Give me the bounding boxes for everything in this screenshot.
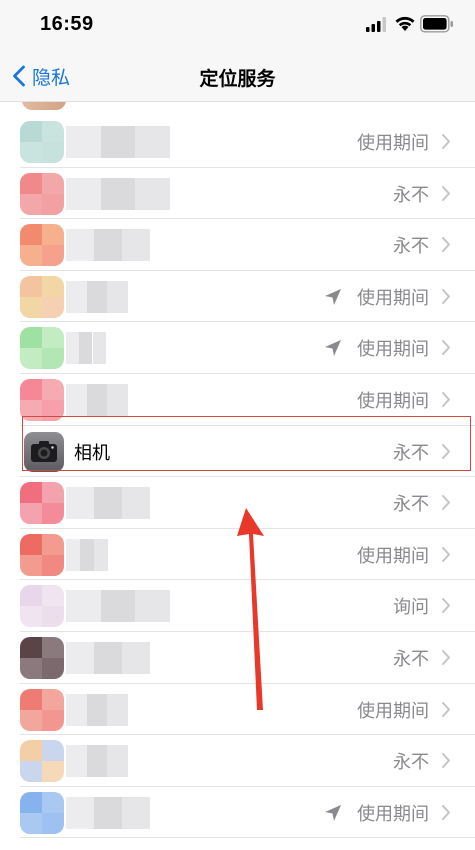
app-icon xyxy=(20,791,64,834)
location-permission-value: 使用期间 xyxy=(357,391,429,412)
chevron-right-icon xyxy=(442,701,450,717)
chevron-right-icon xyxy=(442,237,450,253)
blurred-app-name xyxy=(66,177,170,210)
red-arrow-annotation xyxy=(237,508,264,710)
chevron-right-icon xyxy=(442,753,450,769)
chevron-right-icon xyxy=(442,546,450,562)
status-bar: 16:59 xyxy=(0,0,475,50)
app-icon xyxy=(20,275,64,318)
location-permission-value: 使用期间 xyxy=(357,700,429,722)
chevron-right-icon xyxy=(442,134,450,149)
blurred-app-name xyxy=(66,280,128,313)
list-item[interactable]: 使用期间 xyxy=(0,322,475,374)
app-icon xyxy=(20,224,64,267)
app-icon xyxy=(20,533,64,576)
chevron-right-icon xyxy=(442,804,450,820)
page-title: 定位服务 xyxy=(199,68,276,90)
location-arrow-icon xyxy=(325,288,341,305)
location-permission-value: 使用期间 xyxy=(357,339,429,361)
blurred-app-name xyxy=(66,538,108,571)
blurred-app-name xyxy=(66,745,128,778)
battery-icon xyxy=(420,15,453,33)
location-permission-value: 永不 xyxy=(393,752,429,774)
list-item[interactable]: 永不 xyxy=(0,168,475,220)
blurred-app-name xyxy=(66,693,128,726)
list-item[interactable]: 永不 xyxy=(0,735,475,787)
app-icon xyxy=(20,482,64,525)
location-permission-value: 永不 xyxy=(393,494,429,516)
highlight-box-annotation xyxy=(22,416,471,471)
app-icon xyxy=(20,327,64,370)
chevron-right-icon xyxy=(442,185,450,201)
location-permission-value: 永不 xyxy=(393,236,429,258)
blurred-app-name xyxy=(66,487,150,520)
app-location-list: 使用期间 永不 永不 使用期间 使用期间 使用期间 相机 永不 永不 使用期间 询问 永不 使用期间 永不… xyxy=(0,102,475,850)
row-divider xyxy=(20,837,475,839)
location-permission-value: 永不 xyxy=(393,184,429,206)
chevron-right-icon xyxy=(442,650,450,665)
chevron-right-icon xyxy=(442,340,450,356)
list-item[interactable]: 使用期间 xyxy=(0,116,475,168)
navigation-bar: 隐私 定位服务 xyxy=(0,50,475,102)
location-permission-value: 使用期间 xyxy=(357,287,429,309)
blurred-app-name xyxy=(66,642,150,674)
app-icon xyxy=(20,740,64,783)
chevron-right-icon xyxy=(442,598,450,614)
location-arrow-icon xyxy=(325,804,341,821)
location-permission-value: 询问 xyxy=(393,597,429,619)
app-icon xyxy=(20,121,64,163)
blurred-app-name xyxy=(66,229,150,262)
wifi-icon xyxy=(395,16,415,31)
list-item[interactable]: 永不 xyxy=(0,219,475,271)
app-icon xyxy=(20,172,64,215)
blurred-app-name xyxy=(66,126,170,158)
chevron-right-icon xyxy=(442,288,450,304)
location-permission-value: 使用期间 xyxy=(357,133,429,154)
app-icon xyxy=(20,688,64,731)
blurred-app-name xyxy=(66,796,150,829)
location-permission-value: 永不 xyxy=(393,649,429,670)
app-icon-partial xyxy=(22,102,66,110)
cellular-signal-icon xyxy=(366,17,386,32)
list-item[interactable]: 使用期间 xyxy=(0,787,475,839)
location-arrow-icon xyxy=(325,340,341,357)
location-permission-value: 使用期间 xyxy=(357,803,429,825)
app-icon xyxy=(20,637,64,679)
chevron-right-icon xyxy=(442,392,450,407)
app-icon xyxy=(20,585,64,628)
list-item[interactable]: 使用期间 xyxy=(0,271,475,323)
chevron-right-icon xyxy=(442,495,450,511)
blurred-app-name xyxy=(66,332,106,365)
status-time: 16:59 xyxy=(40,13,94,35)
location-permission-value: 使用期间 xyxy=(357,545,429,567)
app-icon xyxy=(20,379,64,421)
blurred-app-name xyxy=(66,590,170,623)
blurred-app-name xyxy=(66,384,128,416)
